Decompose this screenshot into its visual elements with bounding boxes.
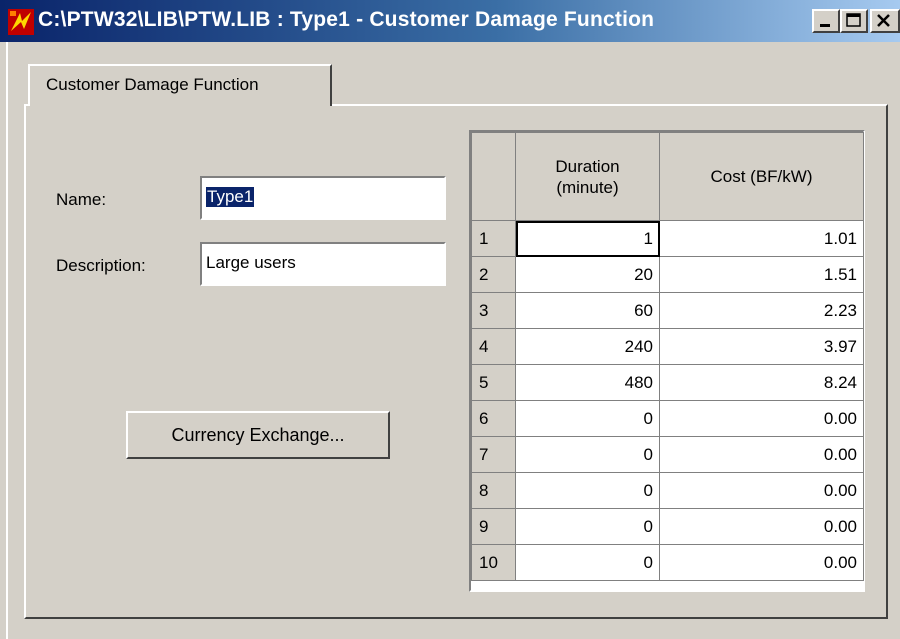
duration-cell[interactable]: 1: [515, 220, 660, 257]
tab-label: Customer Damage Function: [46, 75, 259, 94]
cost-header-text: Cost (BF/kW): [710, 167, 813, 186]
duration-cell[interactable]: 0: [515, 544, 660, 581]
row-header[interactable]: 7: [471, 436, 516, 473]
row-header[interactable]: 5: [471, 364, 516, 401]
cost-cell[interactable]: 0.00: [659, 400, 864, 437]
row-header[interactable]: 3: [471, 292, 516, 329]
duration-cell[interactable]: 240: [515, 328, 660, 365]
row-header[interactable]: 10: [471, 544, 516, 581]
cost-cell[interactable]: 2.23: [659, 292, 864, 329]
cost-cell[interactable]: 0.00: [659, 508, 864, 545]
duration-cell[interactable]: 60: [515, 292, 660, 329]
title-bar[interactable]: C:\PTW32\LIB\PTW.LIB : Type1 - Customer …: [0, 0, 900, 42]
duration-cell[interactable]: 0: [515, 400, 660, 437]
maximize-icon: [846, 13, 861, 27]
grid-table: Duration (minute) Cost (BF/kW) 1 1 1.01 22…: [471, 132, 864, 581]
maximize-button[interactable]: [840, 9, 868, 33]
name-value: Type1: [206, 187, 255, 207]
row-header[interactable]: 1: [471, 220, 516, 257]
name-field[interactable]: Type1: [200, 176, 446, 220]
row-header[interactable]: 4: [471, 328, 516, 365]
duration-header-text: Duration (minute): [555, 156, 620, 197]
row-header[interactable]: 8: [471, 472, 516, 509]
damage-function-grid[interactable]: Duration (minute) Cost (BF/kW) 1 1 1.01 22…: [469, 130, 865, 592]
row-header[interactable]: 6: [471, 400, 516, 437]
name-label: Name:: [56, 190, 107, 209]
currency-exchange-button[interactable]: Currency Exchange...: [126, 411, 390, 459]
row-header[interactable]: 9: [471, 508, 516, 545]
duration-cell[interactable]: 480: [515, 364, 660, 401]
description-value: Large users: [206, 253, 296, 272]
cost-cell[interactable]: 1.01: [659, 220, 864, 257]
duration-cell[interactable]: 0: [515, 508, 660, 545]
minimize-icon: [820, 24, 830, 27]
minimize-button[interactable]: [812, 9, 840, 33]
tab-customer-damage-function[interactable]: Customer Damage Function: [28, 64, 332, 106]
cost-cell[interactable]: 0.00: [659, 544, 864, 581]
row-header[interactable]: 2: [471, 256, 516, 293]
window-title: C:\PTW32\LIB\PTW.LIB : Type1 - Customer …: [38, 8, 655, 31]
cost-cell[interactable]: 0.00: [659, 436, 864, 473]
description-field[interactable]: Large users: [200, 242, 446, 286]
ptw-app-icon: [8, 9, 34, 35]
duration-cell[interactable]: 20: [515, 256, 660, 293]
description-label: Description:: [56, 256, 146, 275]
grid-corner-header: [471, 132, 516, 221]
duration-cell[interactable]: 0: [515, 472, 660, 509]
duration-cell[interactable]: 0: [515, 436, 660, 473]
column-header-cost[interactable]: Cost (BF/kW): [659, 132, 864, 221]
close-icon: [877, 14, 890, 27]
cost-cell[interactable]: 1.51: [659, 256, 864, 293]
column-header-duration[interactable]: Duration (minute): [515, 132, 660, 221]
cost-cell[interactable]: 8.24: [659, 364, 864, 401]
cost-cell[interactable]: 3.97: [659, 328, 864, 365]
cost-cell[interactable]: 0.00: [659, 472, 864, 509]
close-button[interactable]: [870, 9, 900, 33]
